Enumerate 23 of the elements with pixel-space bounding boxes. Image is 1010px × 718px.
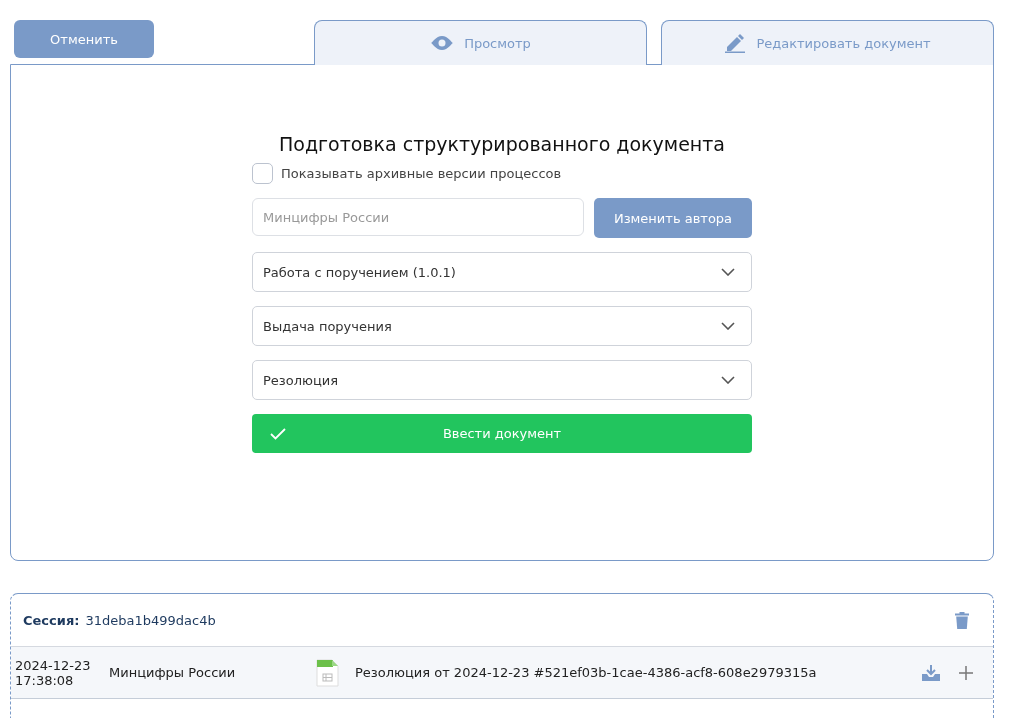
checkbox[interactable]	[252, 163, 273, 184]
session-id: 31deba1b499dac4b	[85, 612, 217, 628]
author-field[interactable]: Минцифры России	[252, 198, 584, 236]
check-icon	[270, 427, 286, 440]
chevron-down-icon	[721, 322, 735, 330]
plus-icon[interactable]	[959, 665, 973, 680]
pencil-icon	[724, 33, 747, 53]
row-time: 17:38:08	[15, 672, 75, 688]
session-label: Сессия:	[23, 612, 80, 628]
select-dropdown[interactable]: Резолюция	[252, 360, 752, 400]
chevron-down-icon	[721, 268, 735, 276]
row-date: 2024-12-23	[15, 657, 92, 673]
chevron-down-icon	[721, 376, 735, 384]
select-dropdown[interactable]: Выдача поручения	[252, 306, 752, 346]
download-icon[interactable]	[921, 663, 941, 682]
document-link[interactable]: Резолюция от 2024-12-23 #521ef03b-1cae-4386-acf8-608e2979315a	[355, 665, 921, 680]
eye-icon	[430, 35, 455, 51]
select-dropdown[interactable]: Работа с поручением (1.0.1)	[252, 252, 752, 292]
form-title: Подготовка структурированного документа	[278, 133, 726, 155]
trash-icon[interactable]	[955, 611, 969, 629]
archive-checkbox[interactable]: Показывать архивные версии процессов	[252, 163, 752, 184]
row-author: Минцифры России	[109, 665, 237, 680]
file-icon	[315, 658, 339, 687]
